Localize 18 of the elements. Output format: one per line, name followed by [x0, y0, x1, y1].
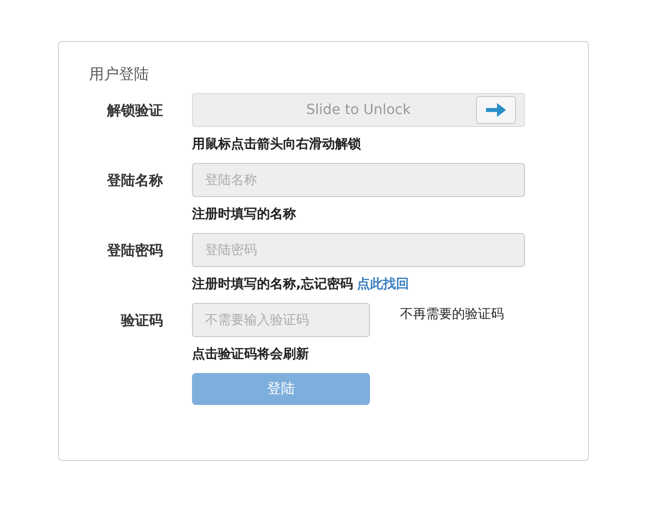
field-label: 登陆名称 — [106, 172, 163, 191]
captcha-text: 不再需要的验证码 — [400, 306, 504, 323]
card-title: 用户登陆 — [89, 65, 150, 84]
input-field[interactable]: 登陆名称 — [192, 163, 525, 197]
login-button[interactable]: 登陆 — [192, 373, 370, 405]
help-text: 注册时填写的名称 — [192, 206, 296, 224]
slider-text: Slide to Unlock — [306, 102, 411, 118]
help-text: 注册时填写的名称,忘记密码 — [192, 276, 353, 294]
captcha-field[interactable]: 不需要输入验证码 — [192, 303, 370, 337]
arrow-right-icon — [486, 103, 506, 117]
slider-handle[interactable] — [476, 96, 516, 124]
field-label: 解锁验证 — [106, 102, 163, 121]
recover-link[interactable]: 点此找回 — [356, 275, 409, 295]
field-label: 登陆密码 — [106, 242, 163, 261]
help-text: 用鼠标点击箭头向右滑动解锁 — [192, 136, 361, 154]
field-label: 验证码 — [120, 312, 163, 331]
help-text: 点击验证码将会刷新 — [192, 346, 309, 364]
input-field[interactable]: 登陆密码 — [192, 233, 525, 267]
